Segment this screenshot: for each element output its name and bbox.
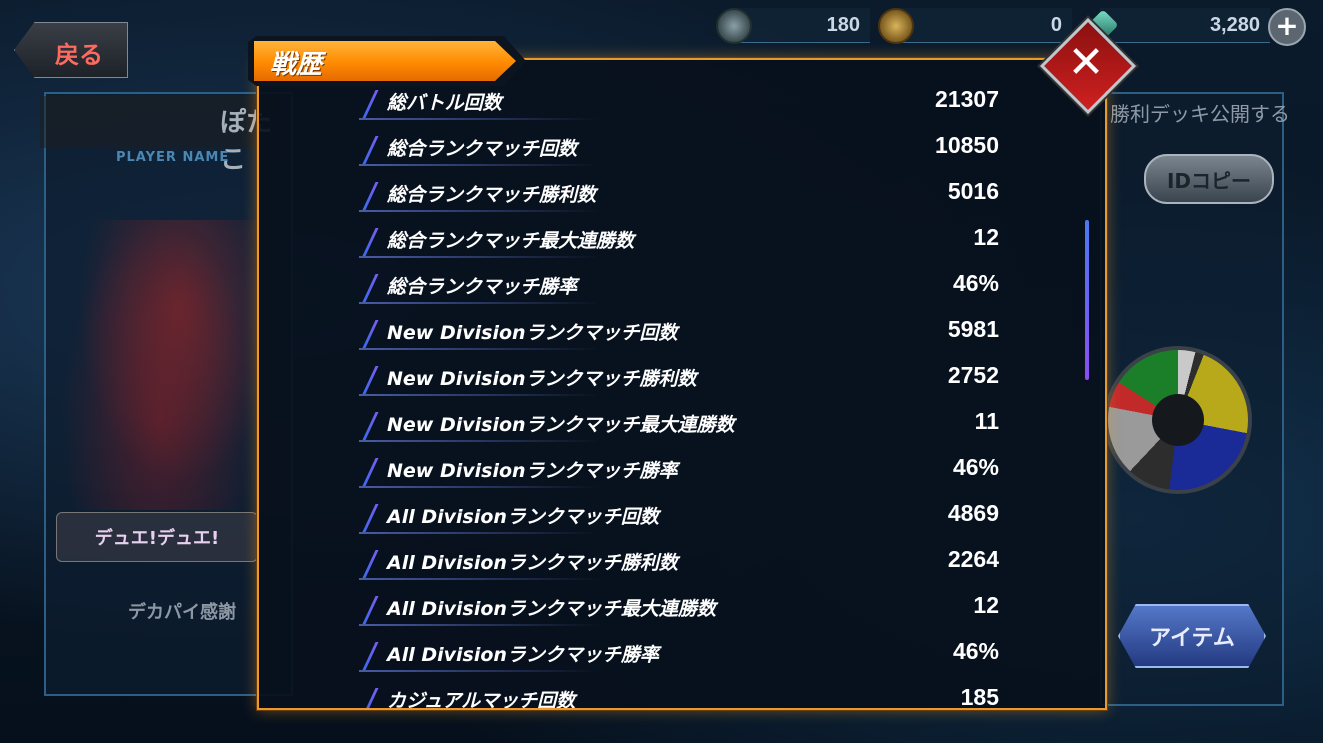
row-slash-decoration: [362, 412, 379, 440]
add-currency-button[interactable]: +: [1268, 8, 1306, 46]
row-underline: [359, 164, 599, 166]
record-value: 2752: [947, 362, 999, 388]
scrollbar[interactable]: [1085, 220, 1089, 380]
item-button[interactable]: アイテム: [1118, 604, 1266, 668]
record-value: 2264: [947, 546, 999, 572]
record-label: 総合ランクマッチ最大連勝数: [387, 230, 635, 252]
row-underline: [359, 532, 599, 534]
record-row: All Divisionランクマッチ勝率 46%: [359, 632, 999, 672]
row-underline: [359, 670, 599, 672]
resource-gem-value: 180: [826, 13, 860, 36]
record-row: All Divisionランクマッチ勝利数 2264: [359, 540, 999, 580]
record-value: 12: [973, 592, 999, 618]
stamp-banner[interactable]: デュエ!デュエ!: [56, 512, 258, 562]
row-slash-decoration: [362, 688, 379, 708]
resource-gem: 180: [716, 8, 870, 44]
row-underline: [359, 486, 599, 488]
row-slash-decoration: [362, 136, 379, 164]
id-copy-label: IDコピー: [1166, 168, 1252, 193]
record-label: 総バトル回数: [387, 92, 502, 114]
row-slash-decoration: [362, 366, 379, 394]
row-underline: [359, 578, 599, 580]
row-slash-decoration: [362, 550, 379, 578]
gold-coin-icon: [878, 8, 914, 44]
row-slash-decoration: [362, 458, 379, 486]
row-underline: [359, 118, 599, 120]
record-row: 総バトル回数 21307: [359, 80, 999, 120]
row-slash-decoration: [362, 596, 379, 624]
record-row: 総合ランクマッチ勝率 46%: [359, 264, 999, 304]
record-value: 46%: [952, 638, 999, 664]
row-underline: [359, 210, 599, 212]
stamp-text: デュエ!デュエ!: [94, 528, 220, 549]
gem-coin-icon: [716, 8, 752, 44]
row-underline: [359, 348, 599, 350]
resource-crystal-value: 3,280: [1209, 13, 1260, 36]
record-label: 総合ランクマッチ回数: [387, 138, 578, 160]
close-icon[interactable]: ✕: [1058, 36, 1114, 92]
record-row: 総合ランクマッチ回数 10850: [359, 126, 999, 166]
player-name-box: ぽたこ PLAYER NAME: [40, 96, 280, 175]
id-copy-button[interactable]: IDコピー: [1144, 154, 1274, 204]
resource-crystal: 3,280: [1087, 8, 1270, 43]
record-label: All Divisionランクマッチ勝利数: [387, 552, 678, 574]
battle-record-modal: 総バトル回数 21307 総合ランクマッチ回数 10850 総合ランクマッチ勝利数 501…: [257, 58, 1107, 710]
record-value: 5016: [947, 178, 999, 204]
record-value: 5981: [947, 316, 999, 342]
record-row: New Divisionランクマッチ最大連勝数 11: [359, 402, 999, 442]
character-art: [60, 220, 260, 510]
record-label: 総合ランクマッチ勝率: [387, 276, 578, 298]
row-underline: [359, 394, 599, 396]
record-row: New Divisionランクマッチ勝率 46%: [359, 448, 999, 488]
record-label: カジュアルマッチ回数: [387, 690, 576, 710]
record-value: 185: [960, 684, 999, 710]
row-slash-decoration: [362, 320, 379, 348]
row-slash-decoration: [362, 642, 379, 670]
back-button-label: 戻る: [55, 41, 103, 69]
record-row: 総合ランクマッチ勝利数 5016: [359, 172, 999, 212]
modal-title: 戦歴: [270, 50, 323, 80]
row-underline: [359, 302, 599, 304]
row-underline: [359, 440, 599, 442]
item-button-label: アイテム: [1149, 626, 1235, 651]
record-value: 10850: [935, 132, 999, 158]
record-row: 総合ランクマッチ最大連勝数 12: [359, 218, 999, 258]
record-value: 12: [973, 224, 999, 250]
record-value: 21307: [935, 86, 999, 112]
record-row: カジュアルマッチ回数 185: [359, 678, 999, 710]
record-label: 総合ランクマッチ勝利数: [387, 184, 597, 206]
player-name-label: PLAYER NAME: [116, 150, 230, 165]
row-slash-decoration: [362, 228, 379, 256]
deck-color-wheel: [1104, 346, 1252, 494]
record-label: All Divisionランクマッチ最大連勝数: [387, 598, 716, 620]
record-label: New Divisionランクマッチ勝利数: [387, 368, 697, 390]
record-label: New Divisionランクマッチ最大連勝数: [387, 414, 735, 436]
record-row: All Divisionランクマッチ回数 4869: [359, 494, 999, 534]
record-label: All Divisionランクマッチ勝率: [387, 644, 659, 666]
row-slash-decoration: [362, 504, 379, 532]
resource-gold-value: 0: [1050, 13, 1062, 36]
modal-title-tab: 戦歴: [248, 36, 526, 86]
row-slash-decoration: [362, 182, 379, 210]
record-label: All Divisionランクマッチ回数: [387, 506, 659, 528]
record-row: New Divisionランクマッチ回数 5981: [359, 310, 999, 350]
record-row: All Divisionランクマッチ最大連勝数 12: [359, 586, 999, 626]
row-slash-decoration: [362, 90, 379, 118]
row-underline: [359, 256, 599, 258]
record-value: 46%: [952, 270, 999, 296]
back-button[interactable]: 戻る: [14, 22, 128, 78]
record-label: New Divisionランクマッチ勝率: [387, 460, 678, 482]
record-row: New Divisionランクマッチ勝利数 2752: [359, 356, 999, 396]
publish-deck-label: 勝利デッキ公開する: [1110, 102, 1290, 126]
record-value: 11: [974, 408, 999, 434]
row-underline: [359, 624, 599, 626]
record-label: New Divisionランクマッチ回数: [387, 322, 678, 344]
row-slash-decoration: [362, 274, 379, 302]
record-value: 46%: [952, 454, 999, 480]
record-value: 4869: [947, 500, 999, 526]
resource-gold: 0: [878, 8, 1072, 44]
greeting-text: デカパイ感謝: [128, 602, 236, 623]
